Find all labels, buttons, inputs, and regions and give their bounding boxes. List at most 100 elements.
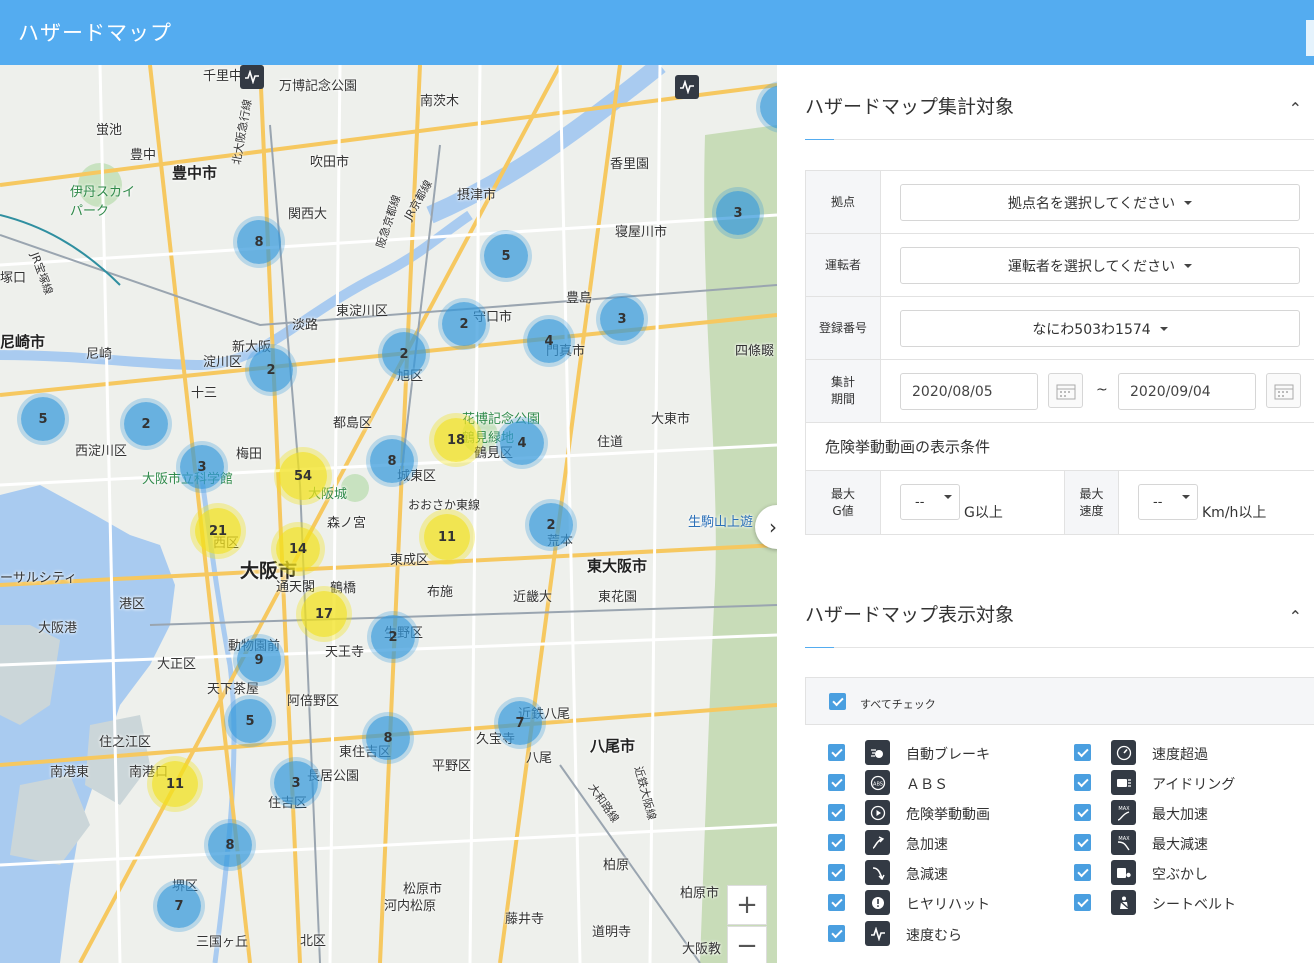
option-near-miss[interactable]: ヒヤリハット [828, 890, 1048, 916]
option-checkbox[interactable] [828, 834, 845, 851]
map-label: 伊丹スカイパーク [70, 185, 136, 219]
cluster-marker[interactable]: 17 [301, 591, 347, 637]
map-label: 塚口 [0, 271, 27, 286]
cluster-marker[interactable]: 14 [276, 527, 320, 571]
cluster-marker[interactable]: 2 [529, 503, 573, 547]
option-sudden-accel[interactable]: 急加速 [828, 830, 1048, 856]
option-checkbox[interactable] [1074, 744, 1091, 761]
cluster-marker[interactable]: 18 [434, 418, 478, 462]
option-max-accel[interactable]: MAX 最大加速 [1074, 800, 1294, 826]
option-abs[interactable]: ABS ＡＢＳ [828, 770, 1048, 796]
hazard-pin-icon[interactable] [240, 65, 264, 89]
svg-text:MAX: MAX [1118, 806, 1130, 812]
option-max-decel[interactable]: MAX 最大減速 [1074, 830, 1294, 856]
cluster-marker[interactable]: 4 [527, 319, 571, 363]
map-label: 大正区 [157, 657, 197, 672]
cluster-marker[interactable]: 3 [600, 297, 644, 341]
calendar-icon[interactable] [1048, 373, 1083, 408]
driver-label: 運転者 [806, 234, 881, 296]
option-danger-video[interactable]: 危険挙動動画 [828, 800, 1048, 826]
map-label: 大阪教 [682, 942, 722, 957]
check-all-row: すべてチェック [805, 677, 1314, 725]
section-divider [805, 139, 1314, 140]
option-checkbox[interactable] [1074, 804, 1091, 821]
hazard-pin-icon[interactable] [675, 75, 699, 99]
chevron-up-icon[interactable]: ⌃ [1289, 607, 1302, 626]
option-checkbox[interactable] [828, 925, 845, 942]
option-checkbox[interactable] [1074, 864, 1091, 881]
cluster-marker[interactable]: 7 [157, 884, 201, 928]
hazard-map[interactable]: 千里中央 万博記念公園 南茨木 蛍池 豊中 豊中市 吹田市 香里園 伊丹スカイパ… [0, 65, 777, 963]
calendar-icon[interactable] [1266, 373, 1301, 408]
cluster-marker[interactable]: 3 [274, 761, 318, 805]
cluster-marker[interactable]: 8 [370, 439, 414, 483]
option-sudden-decel[interactable]: 急減速 [828, 860, 1048, 886]
max-speed-label: 最大 速度 [1064, 471, 1119, 534]
cluster-marker[interactable]: 4 [500, 421, 544, 465]
app-title: ハザードマップ [18, 21, 172, 45]
option-label: アイドリング [1152, 777, 1236, 793]
option-checkbox[interactable] [828, 774, 845, 791]
map-label: 豊島 [566, 291, 593, 306]
cluster-marker[interactable]: 5 [21, 397, 65, 441]
option-auto-brake[interactable]: 自動ブレーキ [828, 740, 1048, 766]
zoom-in-button[interactable]: + [727, 885, 767, 925]
option-checkbox[interactable] [828, 804, 845, 821]
video-condition-heading: 危険挙動動画の表示条件 [806, 423, 1314, 471]
option-checkbox[interactable] [1074, 894, 1091, 911]
option-checkbox[interactable] [1074, 774, 1091, 791]
cluster-marker[interactable]: 5 [228, 699, 272, 743]
map-label: 阿倍野区 [287, 694, 340, 709]
cluster-marker[interactable]: 8 [366, 716, 410, 760]
svg-text:MAX: MAX [1118, 836, 1130, 842]
cluster-marker[interactable]: 3 [716, 191, 760, 235]
max-g-select[interactable]: -- [900, 484, 960, 520]
cluster-marker[interactable]: 54 [279, 452, 327, 500]
option-idling[interactable]: アイドリング [1074, 770, 1294, 796]
cluster-marker[interactable]: 11 [424, 514, 470, 560]
cluster-marker[interactable]: 21 [195, 508, 241, 554]
map-label: 八尾 [526, 751, 553, 766]
option-checkbox[interactable] [828, 894, 845, 911]
check-all-checkbox[interactable] [829, 693, 846, 710]
chevron-up-icon[interactable]: ⌃ [1289, 99, 1302, 118]
max-decel-icon: MAX [1111, 830, 1136, 855]
option-checkbox[interactable] [1074, 834, 1091, 851]
option-revving[interactable]: 空ぶかし [1074, 860, 1294, 886]
max-accel-icon: MAX [1111, 800, 1136, 825]
map-label: 南茨木 [420, 94, 460, 109]
base-select[interactable]: 拠点名を選択してください [900, 184, 1300, 221]
date-from-input[interactable]: 2020/08/05 [900, 373, 1038, 410]
zoom-out-button[interactable]: − [727, 926, 767, 963]
date-to-input[interactable]: 2020/09/04 [1118, 373, 1256, 410]
cluster-marker[interactable]: 3 [180, 445, 224, 489]
option-label: シートベルト [1152, 897, 1236, 913]
cluster-marker[interactable]: 9 [237, 638, 281, 682]
cluster-marker[interactable]: 7 [498, 701, 542, 745]
map-label: 四條畷 [735, 344, 775, 359]
driver-select[interactable]: 運転者を選択してください [900, 247, 1300, 284]
base-select-value: 拠点名を選択してください [1007, 195, 1176, 212]
header-menu-icon[interactable] [1306, 20, 1314, 56]
map-label: 淀川区 [203, 355, 243, 370]
max-speed-select[interactable]: -- [1138, 484, 1198, 520]
section-title-aggregate: ハザードマップ集計対象 [805, 96, 1015, 118]
revving-icon [1111, 860, 1136, 885]
cluster-marker[interactable]: 2 [249, 348, 293, 392]
cluster-marker[interactable]: 2 [124, 402, 168, 446]
option-checkbox[interactable] [828, 864, 845, 881]
option-label: 急加速 [906, 837, 948, 853]
cluster-marker[interactable]: 8 [237, 220, 281, 264]
cluster-marker[interactable]: 11 [152, 761, 198, 807]
cluster-marker[interactable]: 8 [208, 823, 252, 867]
cluster-marker[interactable]: 2 [371, 615, 415, 659]
cluster-marker[interactable]: 2 [442, 302, 486, 346]
option-checkbox[interactable] [828, 744, 845, 761]
caret-down-icon [1184, 263, 1193, 268]
cluster-marker[interactable]: 2 [382, 332, 426, 376]
plate-select[interactable]: なにわ503わ1574 [900, 310, 1300, 347]
option-speeding[interactable]: 速度超過 [1074, 740, 1294, 766]
option-speed-variation[interactable]: 速度むら [828, 921, 1048, 947]
cluster-marker[interactable]: 5 [484, 234, 528, 278]
option-seatbelt[interactable]: シートベルト [1074, 890, 1294, 916]
